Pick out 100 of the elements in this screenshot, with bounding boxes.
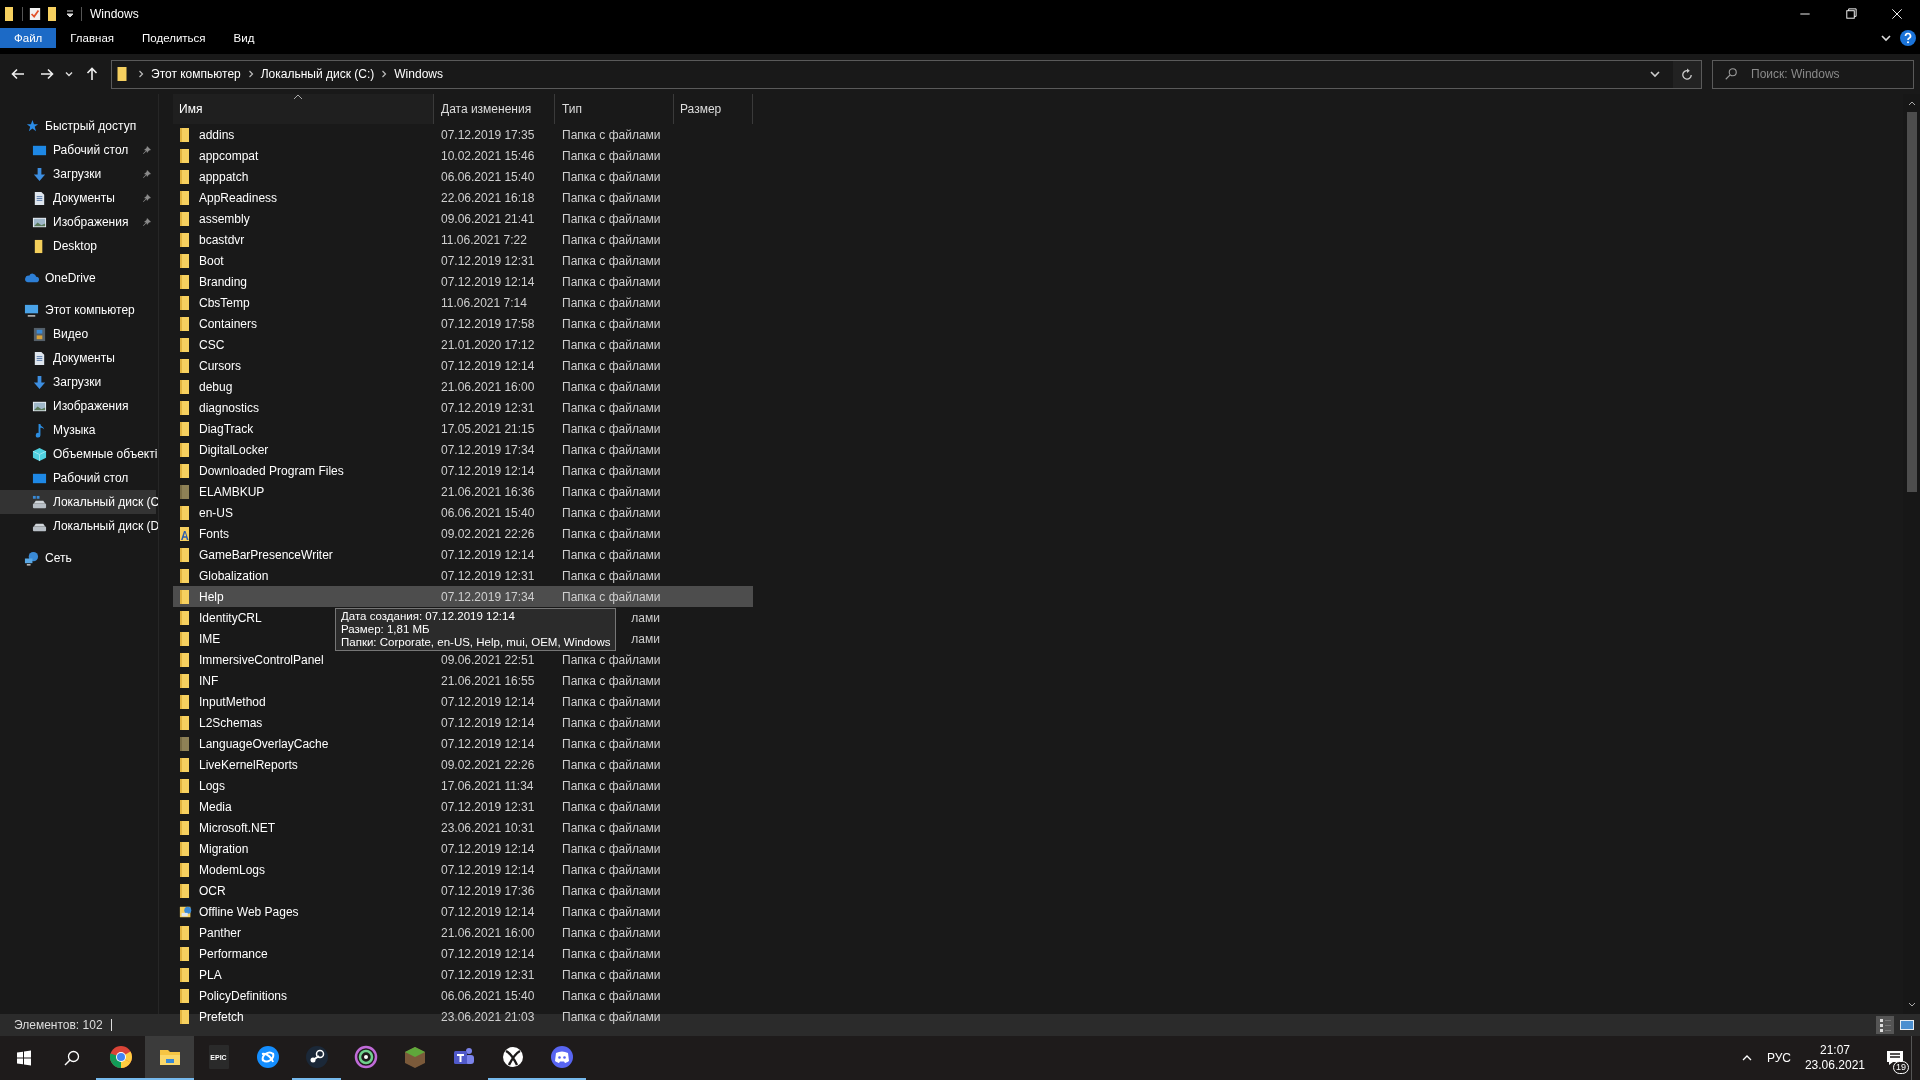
type-cell: Папка с файлами	[562, 505, 661, 520]
type-cell: Папка с файлами	[562, 820, 661, 835]
file-name: INF	[199, 673, 219, 688]
type-cell: Папка с файлами	[562, 526, 661, 541]
type-cell: Папка с файлами	[562, 778, 661, 793]
file-name: ELAMBKUP	[199, 484, 265, 499]
file-name: bcastdvr	[199, 232, 245, 247]
date-cell: 07.12.2019 17:58	[441, 316, 535, 331]
type-cell: Папка с файлами	[562, 190, 661, 205]
type-cell: Папка с файлами	[562, 967, 661, 982]
type-cell: Папка с файлами	[562, 484, 661, 499]
type-cell: Папка с файлами	[562, 295, 661, 310]
date-cell: 07.12.2019 12:14	[441, 841, 535, 856]
type-cell: Папка с файлами	[562, 673, 661, 688]
date-cell: 07.12.2019 17:34	[441, 442, 535, 457]
file-name: Media	[199, 799, 232, 814]
date-cell: 17.06.2021 11:34	[441, 778, 534, 793]
file-name: addins	[199, 127, 235, 142]
date-cell: 09.06.2021 22:51	[441, 652, 535, 667]
date-cell: 07.12.2019 12:14	[441, 736, 535, 751]
date-cell: 06.06.2021 15:40	[441, 169, 535, 184]
date-cell: 22.06.2021 16:18	[441, 190, 535, 205]
type-cell: Папка с файлами	[562, 736, 661, 751]
file-name: diagnostics	[199, 400, 260, 415]
file-name: OCR	[199, 883, 226, 898]
tooltip-line: Размер: 1,81 МБ	[341, 623, 431, 636]
file-name: GameBarPresenceWriter	[199, 547, 333, 562]
date-cell: 23.06.2021 21:03	[441, 1009, 535, 1024]
file-name: Help	[199, 589, 224, 604]
type-cell: Папка с файлами	[562, 379, 661, 394]
date-cell: 09.02.2021 22:26	[441, 526, 535, 541]
type-cell: Папка с файлами	[562, 883, 661, 898]
date-cell: 07.12.2019 12:14	[441, 715, 535, 730]
type-cell: Папка с файлами	[562, 337, 661, 352]
date-cell: 07.12.2019 12:31	[441, 967, 535, 982]
type-cell: Папка с файлами	[562, 757, 661, 772]
type-cell: Папка с файлами	[562, 169, 661, 184]
file-name: DiagTrack	[199, 421, 254, 436]
date-cell: 11.06.2021 7:14	[441, 295, 527, 310]
file-name: Branding	[199, 274, 248, 289]
file-name: en-US	[199, 505, 233, 520]
type-cell: Папка с файлами	[562, 589, 661, 604]
date-cell: 07.12.2019 12:14	[441, 904, 535, 919]
file-name: Prefetch	[199, 1009, 244, 1024]
date-cell: 07.12.2019 12:14	[441, 547, 535, 562]
file-name: ImmersiveControlPanel	[199, 652, 324, 667]
type-cell: Папка с файлами	[562, 925, 661, 940]
file-name: Containers	[199, 316, 258, 331]
date-cell: 07.12.2019 17:35	[441, 127, 535, 142]
date-cell: 07.12.2019 17:34	[441, 589, 535, 604]
file-name: L2Schemas	[199, 715, 263, 730]
date-cell: 23.06.2021 10:31	[441, 820, 535, 835]
file-name: PolicyDefinitions	[199, 988, 288, 1003]
type-cell: Папка с файлами	[562, 463, 661, 478]
date-cell: 21.01.2020 17:12	[441, 337, 535, 352]
file-name: IME	[199, 631, 221, 646]
type-cell: Папка с файлами	[562, 421, 661, 436]
type-cell: Папка с файлами	[562, 1009, 661, 1024]
type-cell: Папка с файлами	[562, 988, 661, 1003]
type-cell: Папка с файлами	[562, 232, 661, 247]
type-cell: Папка с файлами	[562, 127, 661, 142]
type-cell: Папка с файлами	[562, 400, 661, 415]
type-cell: Папка с файлами	[562, 316, 661, 331]
type-cell: Папка с файлами	[562, 547, 661, 562]
date-cell: 07.12.2019 12:14	[441, 358, 535, 373]
file-name: Fonts	[199, 526, 229, 541]
type-cell: Папка с файлами	[562, 694, 661, 709]
date-cell: 10.02.2021 15:46	[441, 148, 535, 163]
notification-count: 19	[1893, 1061, 1909, 1074]
type-cell: Папка с файлами	[562, 799, 661, 814]
type-cell: Папка с файлами	[562, 715, 661, 730]
date-cell: 07.12.2019 12:14	[441, 862, 535, 877]
file-name: Boot	[199, 253, 224, 268]
file-name: Performance	[199, 946, 268, 961]
file-name: debug	[199, 379, 233, 394]
date-cell: 17.05.2021 21:15	[441, 421, 535, 436]
file-name: PLA	[199, 967, 222, 982]
type-cell: Папка с файлами	[562, 253, 661, 268]
file-name: CbsTemp	[199, 295, 250, 310]
tooltip-line: Дата создания: 07.12.2019 12:14	[341, 610, 516, 623]
window-title: Windows	[90, 7, 139, 21]
date-cell: 21.06.2021 16:00	[441, 925, 535, 940]
date-cell: 07.12.2019 17:36	[441, 883, 535, 898]
date-cell: 07.12.2019 12:31	[441, 400, 535, 415]
type-cell: Папка с файлами	[562, 358, 661, 373]
type-cell: Папка с файлами	[562, 274, 661, 289]
file-name: assembly	[199, 211, 250, 226]
type-cell: Папка с файлами	[562, 904, 661, 919]
date-cell: 07.12.2019 12:31	[441, 253, 535, 268]
file-name: appcompat	[199, 148, 259, 163]
file-name: InputMethod	[199, 694, 266, 709]
date-cell: 07.12.2019 12:14	[441, 274, 535, 289]
file-name: CSC	[199, 337, 225, 352]
date-cell: 21.06.2021 16:00	[441, 379, 535, 394]
date-cell: 09.02.2021 22:26	[441, 757, 535, 772]
date-cell: 21.06.2021 16:36	[441, 484, 535, 499]
file-name: IdentityCRL	[199, 610, 262, 625]
item-count: Элементов: 102	[14, 1018, 103, 1032]
file-name: LanguageOverlayCache	[199, 736, 329, 751]
file-name: Panther	[199, 925, 242, 940]
